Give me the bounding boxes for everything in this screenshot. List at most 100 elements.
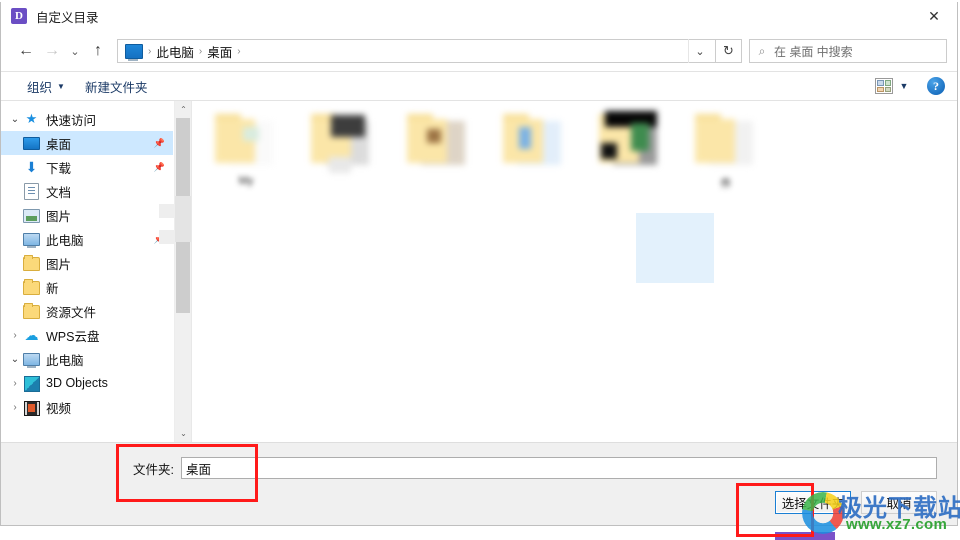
sidebar-item-label: 图片 [46,257,72,272]
organize-button[interactable]: 组织 ▼ [17,74,75,98]
title-bar: D 自定义目录 ✕ [1,1,957,31]
sidebar-item-label: 文档 [46,185,72,200]
breadcrumb-separator: › [237,45,241,57]
quick-access-star-icon: ★ [25,111,38,126]
sidebar-item-label: 资源文件 [46,305,97,320]
videos-icon [23,399,40,416]
cloud-icon: ☁ [24,327,39,343]
sidebar-item-桌面[interactable]: 桌面 📌 [1,131,173,155]
file-list-pane[interactable]: My 件 [191,101,957,442]
breadcrumb-separator: › [198,45,203,57]
select-folder-button[interactable]: 选择文件夹 [775,491,851,514]
file-tile[interactable] [590,109,670,189]
folder-thumbnail-icon [309,113,375,173]
pin-icon[interactable]: 📌 [154,138,165,149]
file-tile[interactable]: 件 [686,109,766,189]
folder-thumbnail-icon [501,113,567,173]
folder-icon [23,279,40,295]
folder-icon [23,255,40,271]
recent-locations-button[interactable]: ⌄ [65,38,85,64]
scroll-overlay-blob [159,204,175,218]
breadcrumb[interactable]: › 此电脑 › 桌面 › ⌄ [117,39,716,63]
chevron-down-icon[interactable]: ⌄ [688,39,711,63]
sidebar-item-图片[interactable]: 图片 [1,203,173,227]
sidebar-item-3D Objects[interactable]: › 3D Objects [1,371,173,395]
command-toolbar: 组织 ▼ 新建文件夹 ▼ ? [1,71,957,101]
breadcrumb-item-0[interactable]: 此电脑 [153,42,197,61]
scroll-overlay-blob [159,230,175,244]
this-pc-icon [23,231,40,248]
chevron-down-icon[interactable]: ⌄ [7,114,23,125]
app-logo-icon: D [11,8,27,24]
forward-button[interactable]: → [39,38,65,64]
folder-input[interactable]: 桌面 [180,457,937,479]
organize-label: 组织 [27,80,53,95]
chevron-down-icon[interactable]: ▼ [893,81,915,91]
close-icon[interactable]: ✕ [911,1,957,31]
folder-thumbnail-icon [597,111,663,173]
folder-thumbnail-icon [405,113,471,173]
this-pc-icon [125,43,143,61]
chevron-right-icon[interactable]: › [7,378,23,389]
breadcrumb-item-1[interactable]: 桌面 [204,42,235,61]
sidebar-item-视频[interactable]: › 视频 [1,395,173,419]
sidebar-item-label: 此电脑 [46,353,84,368]
sidebar-item-此电脑[interactable]: 此电脑📌 [1,227,173,251]
folder-icon [23,303,40,319]
navigation-tree: ⌄★快速访问桌面📌⬇下载📌文档图片此电脑📌图片新资源文件›☁WPS云盘⌄此电脑›… [1,107,173,442]
sidebar-item-label: 视频 [46,401,72,416]
file-tile[interactable] [494,109,574,189]
desktop-icon [23,135,40,151]
window-title: 自定义目录 [36,10,99,25]
change-view-icon[interactable] [875,78,893,94]
scroll-overlay-blob [175,196,191,242]
sidebar-item-label: 此电脑 [46,233,84,248]
dialog-footer: 文件夹: 桌面 选择文件夹 取消 [1,442,957,525]
sidebar-item-图片[interactable]: 图片 [1,251,173,275]
folder-thumbnail-icon [213,113,279,173]
scroll-down-icon[interactable]: ⌄ [175,425,191,442]
sidebar-item-新[interactable]: 新 [1,275,173,299]
sidebar-item-下载[interactable]: ⬇ 下载 📌 [1,155,173,179]
back-button[interactable]: ← [13,38,39,64]
chevron-down-icon[interactable]: ⌄ [7,354,23,365]
file-tile-label: My [238,175,254,187]
cancel-button[interactable]: 取消 [861,491,937,514]
sidebar-item-label: 图片 [46,209,72,224]
pictures-icon [23,207,40,223]
new-folder-button[interactable]: 新建文件夹 [75,74,158,98]
file-tile[interactable]: My [206,109,286,189]
navigation-pane: ⌄★快速访问桌面📌⬇下载📌文档图片此电脑📌图片新资源文件›☁WPS云盘⌄此电脑›… [1,101,191,442]
chevron-right-icon[interactable]: › [7,402,23,413]
help-icon[interactable]: ? [927,77,945,95]
sidebar-item-此电脑[interactable]: ⌄ 此电脑 [1,347,173,371]
search-input[interactable]: ⌕ 在 桌面 中搜索 [749,39,947,63]
file-tile[interactable] [302,109,382,189]
up-button[interactable]: ↑ [85,38,111,64]
address-bar: ← → ⌄ ↑ › 此电脑 › 桌面 › ⌄ ↻ ⌕ 在 桌面 中搜索 [1,31,957,71]
footer-buttons: 选择文件夹 取消 [775,491,937,514]
search-placeholder: 在 桌面 中搜索 [774,44,853,59]
chevron-down-icon: ▼ [57,81,65,91]
file-tile[interactable] [398,109,478,189]
screen-top-edge [0,0,960,2]
sidebar-item-快速访问[interactable]: ⌄ ★ 快速访问 [1,107,173,131]
refresh-icon[interactable]: ↻ [716,39,742,63]
chevron-right-icon[interactable]: › [7,330,23,341]
sidebar-item-label: 下载 [46,161,72,176]
scroll-up-icon[interactable]: ⌃ [175,101,191,118]
folder-picker-dialog: D 自定义目录 ✕ ← → ⌄ ↑ › 此电脑 › 桌面 › ⌄ ↻ ⌕ 在 桌… [0,0,958,526]
folder-label: 文件夹: [133,462,174,477]
sidebar-item-WPS云盘[interactable]: › ☁ WPS云盘 [1,323,173,347]
sidebar-item-文档[interactable]: 文档 [1,179,173,203]
file-tile-label: 件 [720,178,732,189]
navigation-scrollbar[interactable]: ⌃ ⌄ [159,101,191,442]
documents-icon [23,183,40,200]
sidebar-item-label: 3D Objects [46,376,108,390]
folder-thumbnail-icon [693,113,759,173]
scrollbar-thumb[interactable] [159,118,191,313]
sidebar-item-label: WPS云盘 [46,329,100,344]
sidebar-item-资源文件[interactable]: 资源文件 [1,299,173,323]
3d-objects-icon [23,375,40,392]
pin-icon[interactable]: 📌 [154,162,165,173]
